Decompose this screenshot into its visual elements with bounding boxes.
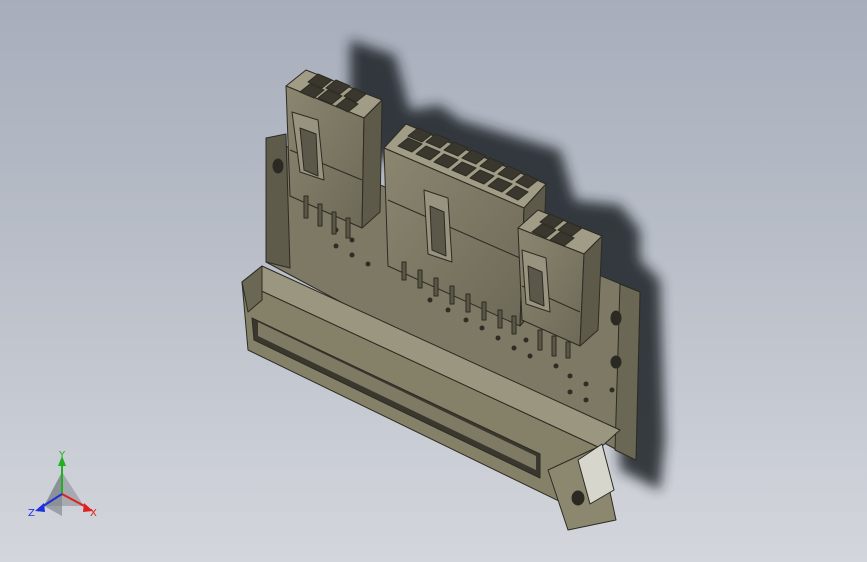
- mounting-hole-connector: [571, 490, 585, 506]
- z-axis-label: Z: [28, 508, 35, 519]
- cad-viewport[interactable]: Y X Z: [0, 0, 867, 562]
- mounting-hole-left: [272, 158, 284, 174]
- orientation-triad[interactable]: Y X Z: [28, 450, 97, 519]
- model-canvas[interactable]: Y X Z: [0, 0, 867, 562]
- latch-small-right: [521, 249, 551, 313]
- x-axis-label: X: [90, 508, 97, 519]
- pcb-plate-right-edge: [614, 283, 641, 461]
- latch-large-middle: [423, 189, 453, 263]
- connector-assembly[interactable]: [241, 69, 641, 531]
- y-axis-label: Y: [58, 450, 66, 461]
- z-axis-arrow: [35, 503, 45, 512]
- pcb-plate-edge: [265, 133, 291, 269]
- mounting-hole-right-mid: [610, 355, 622, 369]
- mounting-hole-right-top: [610, 310, 622, 326]
